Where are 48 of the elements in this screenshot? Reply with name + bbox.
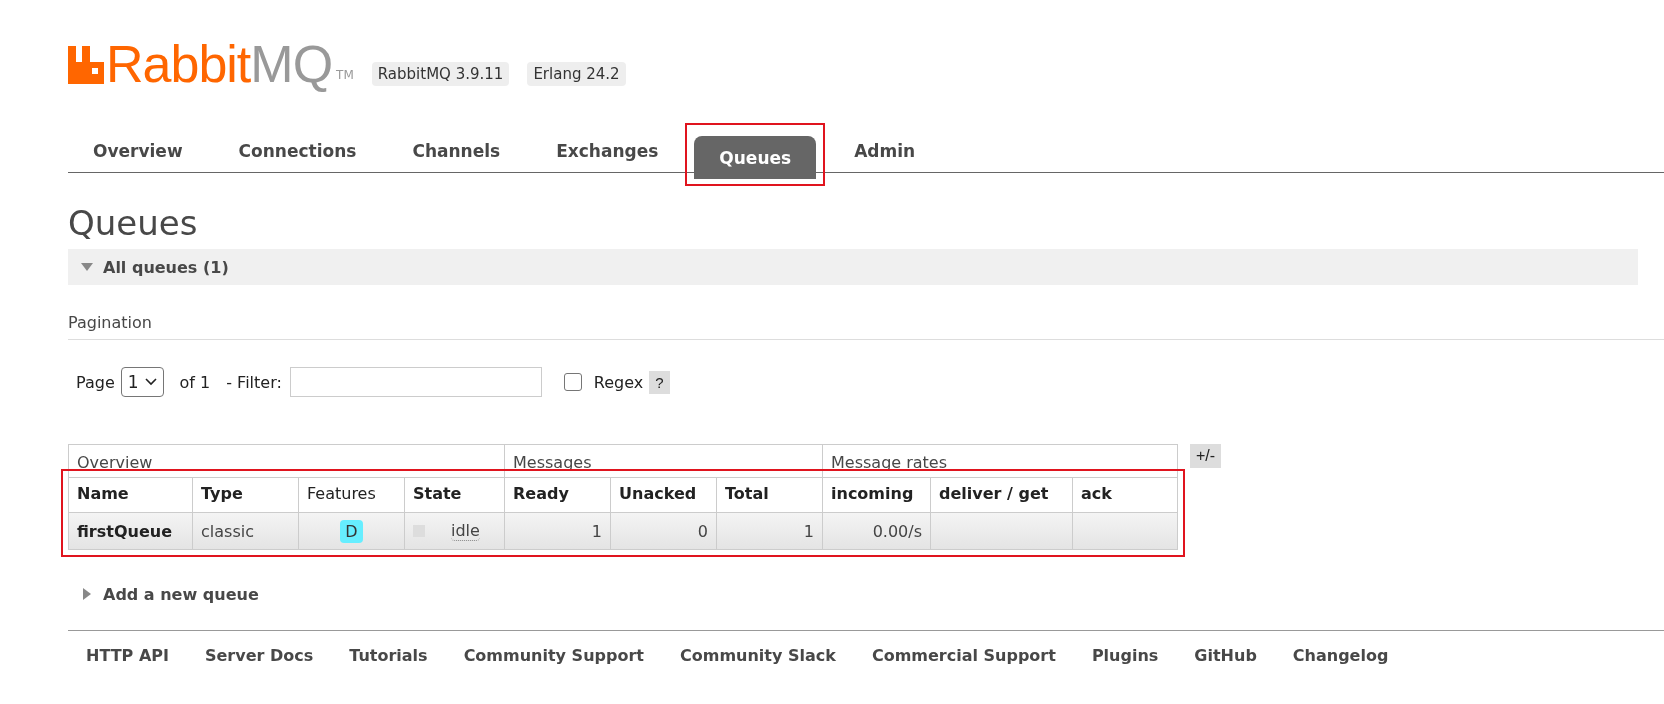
nav-tab[interactable]: Queues bbox=[694, 136, 817, 179]
pagination-title: Pagination bbox=[68, 313, 1664, 340]
rabbit-logo-icon bbox=[68, 46, 106, 84]
logo-text: MQ bbox=[250, 38, 333, 90]
footer-link[interactable]: GitHub bbox=[1194, 646, 1257, 665]
help-button[interactable]: ? bbox=[649, 370, 670, 394]
regex-checkbox[interactable] bbox=[563, 373, 582, 391]
version-label: RabbitMQ 3.9.11 bbox=[371, 62, 510, 86]
filter-label: - Filter: bbox=[226, 372, 282, 392]
page-count: of 1 bbox=[179, 372, 211, 392]
feature-badge: D bbox=[340, 519, 363, 543]
columns-toggle-button[interactable]: +/- bbox=[1190, 444, 1222, 468]
section-title: All queues (1) bbox=[103, 257, 229, 277]
table-cell: classic bbox=[192, 512, 298, 549]
footer-link[interactable]: Changelog bbox=[1292, 646, 1389, 665]
regex-label: Regex bbox=[593, 372, 644, 392]
footer-link[interactable]: Plugins bbox=[1091, 646, 1159, 665]
page-label: Page bbox=[76, 372, 115, 392]
table-cell: 0.00/s bbox=[822, 512, 930, 549]
section-header[interactable]: All queues (1) bbox=[68, 249, 1638, 285]
page-title: Queues bbox=[68, 203, 199, 243]
section-header[interactable]: Add a new queue bbox=[68, 576, 1638, 612]
column-group-header: Overview bbox=[76, 452, 154, 474]
page-select[interactable]: 1 bbox=[120, 367, 164, 397]
column-group-header: Messages bbox=[504, 445, 822, 477]
nav-tab[interactable]: Channels bbox=[387, 129, 526, 172]
nav-tab[interactable]: Connections bbox=[213, 129, 382, 172]
footer-link[interactable]: Tutorials bbox=[349, 646, 428, 665]
state-text: idle bbox=[451, 521, 480, 541]
nav-tab[interactable]: Exchanges bbox=[531, 129, 684, 172]
logo-text: Rabbit bbox=[106, 38, 251, 90]
section-title: Add a new queue bbox=[103, 584, 259, 604]
table-cell: 1 bbox=[716, 512, 822, 549]
version-label: Erlang 24.2 bbox=[527, 62, 626, 86]
footer-link[interactable]: Commercial Support bbox=[871, 646, 1056, 665]
footer-link[interactable]: HTTP API bbox=[86, 646, 169, 665]
trademark-text: TM bbox=[336, 68, 354, 82]
nav-tab[interactable]: Overview bbox=[68, 129, 208, 172]
chevron-icon bbox=[144, 378, 157, 386]
table-cell: firstQueue bbox=[69, 512, 192, 549]
table-cell: 1 bbox=[504, 512, 610, 549]
column-group-header: Message rates bbox=[822, 445, 1177, 477]
footer-link[interactable]: Community Slack bbox=[679, 646, 836, 665]
table-cell: 0 bbox=[610, 512, 716, 549]
footer-link[interactable]: Server Docs bbox=[204, 646, 314, 665]
filter-field[interactable] bbox=[289, 367, 542, 397]
nav-tab[interactable]: Admin bbox=[829, 129, 941, 172]
footer-link[interactable]: Community Support bbox=[463, 646, 644, 665]
